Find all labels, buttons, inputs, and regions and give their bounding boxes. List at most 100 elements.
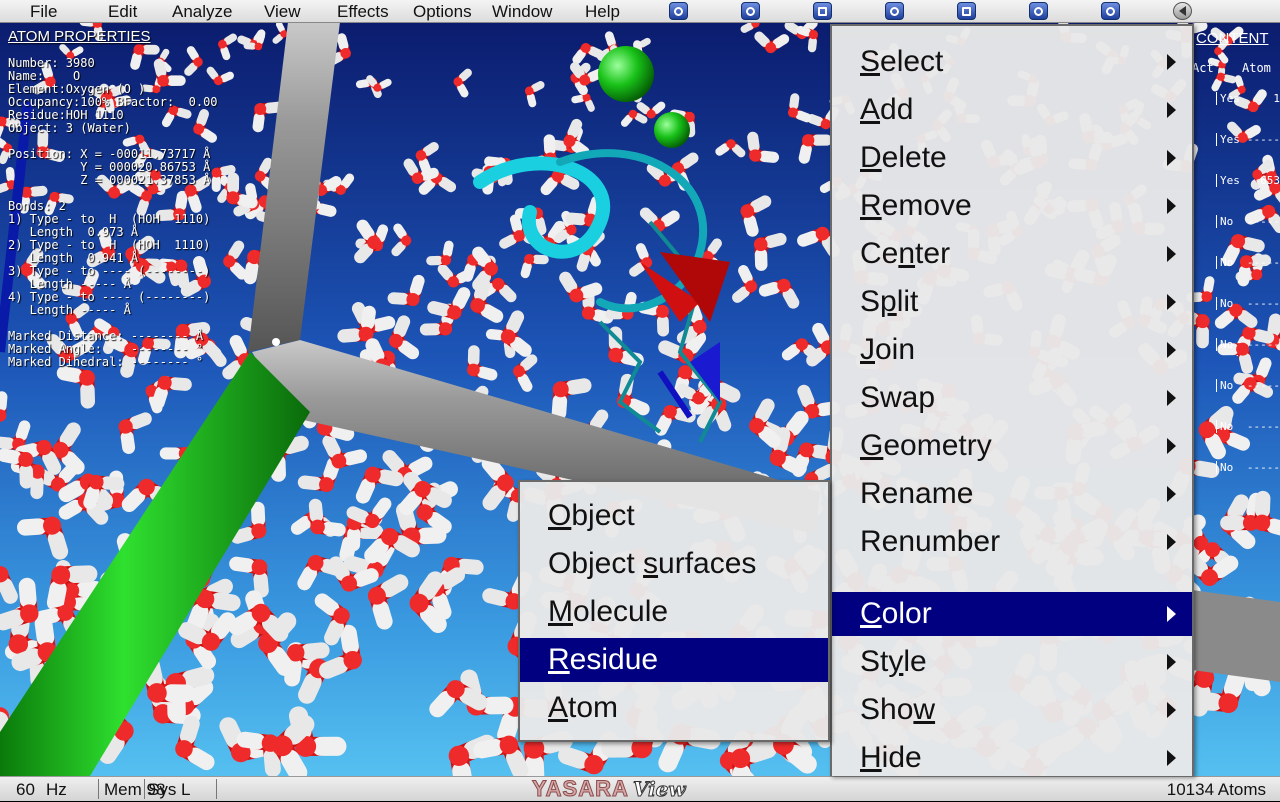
- menu-item-style[interactable]: Style: [832, 640, 1192, 684]
- content-row[interactable]: No-----: [1216, 215, 1280, 228]
- submenu-arrow-icon: [1167, 150, 1176, 166]
- menu-item-rename[interactable]: Rename: [832, 472, 1192, 516]
- submenu-arrow-icon: [1167, 486, 1176, 502]
- submenu-arrow-icon: [1167, 246, 1176, 262]
- submenu-arrow-icon: [1167, 390, 1176, 406]
- menu-item-label: Object: [548, 499, 635, 533]
- frame-rate-value: 60: [16, 780, 35, 800]
- atom-property-line: Z = 000021.37853 Å: [8, 174, 268, 187]
- content-row[interactable]: No -----: [1216, 379, 1280, 392]
- menu-item-label: Join: [860, 333, 915, 367]
- menu-options[interactable]: Options: [413, 2, 472, 22]
- content-row-active: No: [1220, 420, 1233, 433]
- menu-item-center[interactable]: Center: [832, 232, 1192, 276]
- menu-edit[interactable]: Edit: [108, 2, 137, 22]
- content-row[interactable]: No -----: [1216, 297, 1280, 310]
- back-icon[interactable]: [1173, 2, 1192, 20]
- menu-item-delete[interactable]: Delete: [832, 136, 1192, 180]
- content-row-active: No: [1220, 297, 1233, 310]
- submenu-arrow-icon: [1167, 750, 1176, 766]
- new-window-icon[interactable]: [813, 2, 832, 20]
- content-row[interactable]: No -----: [1216, 420, 1280, 433]
- content-row[interactable]: Yes653: [1216, 174, 1280, 187]
- content-row-atom: -----: [1247, 297, 1280, 310]
- color-item-molecule[interactable]: Molecule: [520, 590, 828, 634]
- green-atom[interactable]: [598, 46, 654, 102]
- color-item-atom[interactable]: Atom: [520, 686, 828, 730]
- content-row-active: No: [1220, 379, 1233, 392]
- color-item-object[interactable]: Object: [520, 494, 828, 538]
- menu-item-label: Show: [860, 693, 935, 727]
- system-indicator: Sys L: [148, 780, 191, 800]
- menu-item-split[interactable]: Split: [832, 280, 1192, 324]
- context-menu: SelectAdd Delete Remove Center Split Join Swap…: [830, 24, 1194, 776]
- content-row-active: No: [1220, 461, 1233, 474]
- yasara-logo: YASARA View: [532, 777, 686, 801]
- menu-item-label: Remove: [860, 189, 972, 223]
- navigate-icon[interactable]: [1029, 2, 1048, 20]
- content-row[interactable]: No-----: [1216, 256, 1280, 269]
- menu-view[interactable]: View: [264, 2, 301, 22]
- submenu-arrow-icon: [1167, 198, 1176, 214]
- menu-window[interactable]: Window: [492, 2, 552, 22]
- menu-file[interactable]: File: [30, 2, 57, 22]
- green-atom[interactable]: [654, 112, 690, 148]
- menu-item-swap[interactable]: Swap: [832, 376, 1192, 420]
- content-header-atom: Atom: [1242, 61, 1271, 75]
- content-row[interactable]: Yes1: [1216, 92, 1280, 105]
- menu-item-renumber[interactable]: Renumber: [832, 520, 1192, 564]
- content-row-active: No: [1220, 215, 1233, 228]
- content-row-atom: -----: [1247, 133, 1280, 146]
- screen-icon[interactable]: [669, 2, 688, 20]
- content-row[interactable]: No-----: [1216, 461, 1280, 474]
- refresh-icon[interactable]: [885, 2, 904, 20]
- menu-item-label: Hide: [860, 741, 922, 775]
- content-row-atom: 1: [1273, 92, 1280, 105]
- menu-item-label: Split: [860, 285, 918, 319]
- menu-item-remove[interactable]: Remove: [832, 184, 1192, 228]
- menu-item-label: Rename: [860, 477, 973, 511]
- content-header-act: Act: [1192, 61, 1214, 75]
- atom-properties-panel: ATOM PROPERTIES Number: 3980Name: OEleme…: [8, 30, 268, 369]
- menu-item-label: Atom: [548, 691, 618, 725]
- menu-item-label: Color: [860, 597, 932, 631]
- menu-item-add[interactable]: Add: [832, 88, 1192, 132]
- submenu-arrow-icon: [1167, 438, 1176, 454]
- save-icon[interactable]: [957, 2, 976, 20]
- menu-item-color[interactable]: Color: [832, 592, 1192, 636]
- menu-item-select[interactable]: Select: [832, 40, 1192, 84]
- menu-item-show[interactable]: Show: [832, 688, 1192, 732]
- menu-item-label: Center: [860, 237, 950, 271]
- atom-property-line: Length ----- Å: [8, 304, 268, 317]
- content-row-atom: -----: [1247, 379, 1280, 392]
- globe-icon[interactable]: [741, 2, 760, 20]
- menu-item-label: Style: [860, 645, 927, 679]
- content-row[interactable]: No-----: [1216, 338, 1280, 351]
- face-icon[interactable]: [1101, 2, 1120, 20]
- color-item-residue[interactable]: Residue: [520, 638, 828, 682]
- submenu-arrow-icon: [1167, 342, 1176, 358]
- content-row-active: Yes: [1220, 133, 1240, 146]
- menu-effects[interactable]: Effects: [337, 2, 389, 22]
- menu-item-label: Residue: [548, 643, 658, 677]
- menu-help[interactable]: Help: [585, 2, 620, 22]
- menu-item-geometry[interactable]: Geometry: [832, 424, 1192, 468]
- menu-item-label: Swap: [860, 381, 935, 415]
- color-item-object-surfaces[interactable]: Object surfaces: [520, 542, 828, 586]
- frame-rate-unit: Hz: [46, 780, 67, 800]
- atom-property-line: Marked Dihedral: -------- °: [8, 356, 268, 369]
- menu-analyze[interactable]: Analyze: [172, 2, 232, 22]
- submenu-arrow-icon: [1167, 102, 1176, 118]
- atom-properties-title[interactable]: ATOM PROPERTIES: [8, 30, 268, 43]
- content-row[interactable]: Yes -----: [1216, 133, 1280, 146]
- menu-item-label: Molecule: [548, 595, 668, 629]
- content-row-atom: -----: [1247, 420, 1280, 433]
- menu-item-join[interactable]: Join: [832, 328, 1192, 372]
- menu-item-label: Delete: [860, 141, 947, 175]
- menu-item-label: Geometry: [860, 429, 992, 463]
- menu-item-hide[interactable]: Hide: [832, 736, 1192, 780]
- menu-bar: File Edit Analyze View Effects Options Window H…: [0, 0, 1280, 23]
- content-row-atom: 653: [1260, 174, 1280, 187]
- content-title[interactable]: CONTENT: [1196, 30, 1269, 47]
- submenu-arrow-icon: [1167, 294, 1176, 310]
